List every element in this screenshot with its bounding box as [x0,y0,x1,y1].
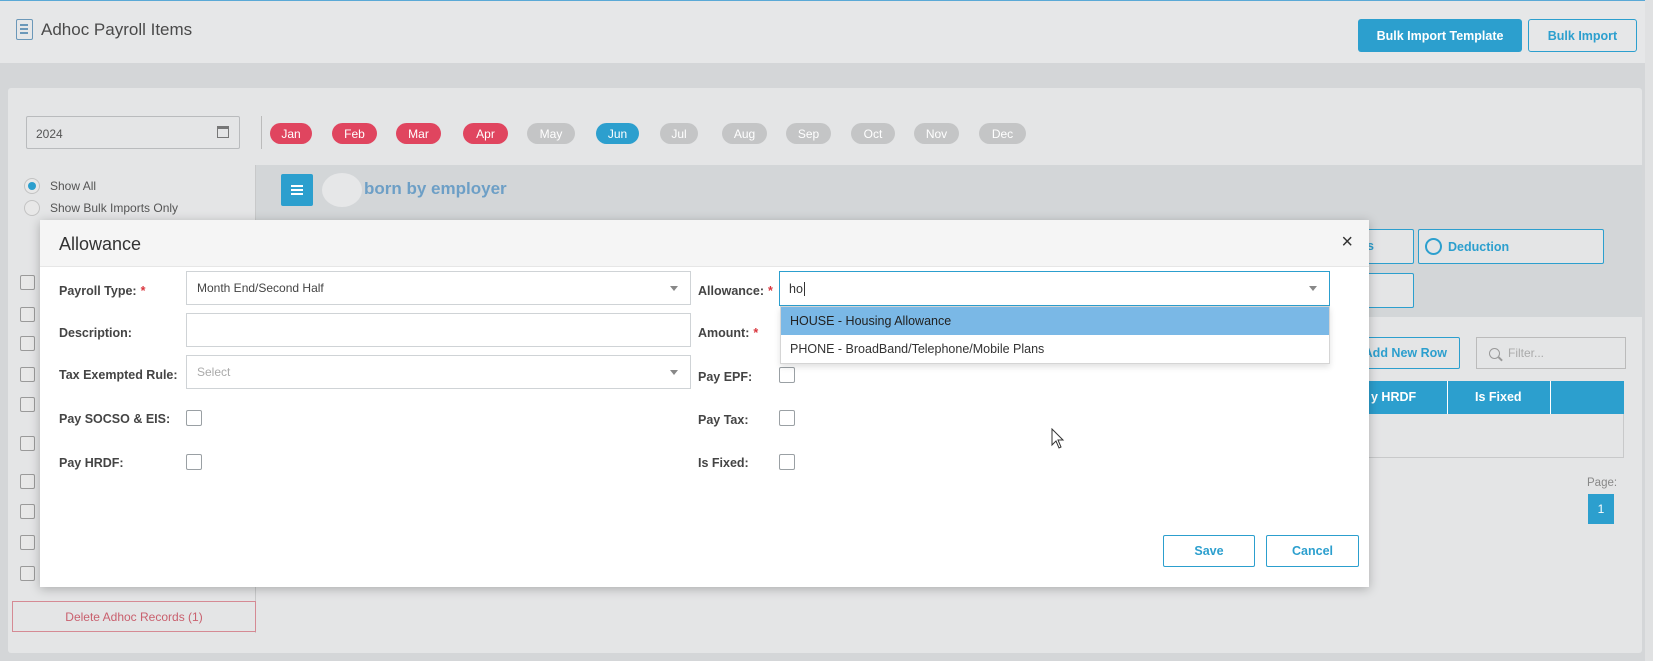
modal-title: Allowance [59,234,142,254]
row-checkbox[interactable] [20,336,35,351]
year-picker[interactable]: 2024 [26,116,240,149]
payroll-type-value: Month End/Second Half [197,281,324,295]
month-pill-mar[interactable]: Mar [396,123,441,144]
search-icon [1489,347,1500,359]
text-cursor [803,281,805,296]
pay-epf-checkbox[interactable] [779,367,795,383]
month-pill-jan[interactable]: Jan [270,123,312,144]
page-label: Page: [1587,477,1618,489]
month-pill-oct[interactable]: Oct [851,123,895,144]
column-is-fixed[interactable]: Is Fixed [1475,390,1522,404]
row-checkbox[interactable] [20,397,35,412]
born-by-employer-toggle[interactable] [322,173,362,207]
save-button[interactable]: Save [1163,535,1255,567]
month-pill-may[interactable]: May [527,123,575,144]
month-pill-nov[interactable]: Nov [914,123,959,144]
calendar-icon[interactable] [217,126,229,138]
pay-hrdf-label: Pay HRDF: [59,456,124,470]
deduction-button[interactable]: Deduction [1418,229,1604,264]
deduction-label: Deduction [1448,239,1510,254]
allowance-label: Allowance: * [698,284,773,298]
allowance-modal: Allowance × Payroll Type: * Month End/Sec… [40,220,1369,587]
allowance-query: ho [789,281,803,296]
filter-placeholder: Filter... [1508,346,1545,360]
is-fixed-checkbox[interactable] [779,454,795,470]
pay-hrdf-checkbox[interactable] [186,454,202,470]
payroll-type-select[interactable]: Month End/Second Half [186,271,691,305]
filter-input[interactable]: Filter... [1476,337,1626,369]
tax-exempted-rule-label: Tax Exempted Rule: [59,368,178,382]
allowance-dropdown: HOUSE - Housing Allowance PHONE - BroadB… [780,306,1330,364]
allowance-option-house[interactable]: HOUSE - Housing Allowance [781,307,1329,335]
bulk-import-template-button[interactable]: Bulk Import Template [1358,19,1522,52]
pay-epf-label: Pay EPF: [698,370,753,384]
year-value: 2024 [36,127,63,141]
month-pill-apr[interactable]: Apr [463,123,508,144]
radio-selected-icon[interactable] [24,178,40,194]
row-checkbox[interactable] [20,436,35,451]
show-all-label: Show All [50,179,97,193]
close-icon[interactable]: × [1341,232,1353,252]
show-bulk-label: Show Bulk Imports Only [50,201,179,215]
row-checkbox[interactable] [20,275,35,290]
pay-tax-checkbox[interactable] [779,410,795,426]
radio-icon[interactable] [24,200,40,216]
page-number-button[interactable]: 1 [1588,494,1614,524]
row-checkbox[interactable] [20,474,35,489]
row-checkbox[interactable] [20,504,35,519]
mouse-pointer-icon [1051,428,1065,449]
row-checkbox[interactable] [20,367,35,382]
payroll-type-label: Payroll Type: * [59,284,146,298]
row-checkbox[interactable] [20,535,35,550]
month-pill-feb[interactable]: Feb [332,123,377,144]
menu-icon[interactable] [281,174,313,206]
row-checkbox[interactable] [20,566,35,581]
allowance-combobox-input[interactable]: ho [779,271,1330,306]
grid-body [1368,414,1624,458]
description-input[interactable] [186,313,691,347]
month-pill-aug[interactable]: Aug [722,123,767,144]
row-checkbox[interactable] [20,307,35,322]
delete-adhoc-records-button[interactable]: Delete Adhoc Records (1) [12,601,256,632]
chevron-down-icon [670,370,678,375]
page-header: Adhoc Payroll Items Bulk Import Template… [0,0,1653,63]
month-pill-jul[interactable]: Jul [660,123,698,144]
page-title-wrap: Adhoc Payroll Items [16,19,192,40]
bulk-import-button[interactable]: Bulk Import [1528,19,1637,52]
pay-socso-eis-checkbox[interactable] [186,410,202,426]
scrollbar[interactable] [1645,0,1653,661]
description-label: Description: [59,326,132,340]
amount-label: Amount: * [698,326,759,340]
tax-rule-placeholder: Select [197,365,231,379]
column-pay-hrdf[interactable]: y HRDF [1371,390,1416,404]
month-pill-jun[interactable]: Jun [596,123,639,144]
pay-socso-eis-label: Pay SOCSO & EIS: [59,412,171,426]
payroll-document-icon [16,19,33,40]
is-fixed-label: Is Fixed: [698,456,749,470]
tax-exempted-rule-select[interactable]: Select [186,355,691,389]
chevron-down-icon [670,286,678,291]
divider [261,116,262,149]
pay-tax-label: Pay Tax: [698,413,749,427]
modal-header: Allowance × [40,220,1369,267]
month-pill-dec[interactable]: Dec [979,123,1026,144]
cancel-button[interactable]: Cancel [1266,535,1359,567]
show-all-option[interactable]: Show All [24,178,96,194]
show-bulk-option[interactable]: Show Bulk Imports Only [24,200,178,216]
born-by-employer-label: born by employer [364,179,507,198]
deduction-icon [1425,238,1442,255]
page-title: Adhoc Payroll Items [41,19,193,39]
chevron-down-icon[interactable] [1309,286,1317,291]
month-pill-sep[interactable]: Sep [786,123,831,144]
grid-header: y HRDF Is Fixed [1368,381,1624,414]
allowance-option-phone[interactable]: PHONE - BroadBand/Telephone/Mobile Plans [781,335,1329,363]
